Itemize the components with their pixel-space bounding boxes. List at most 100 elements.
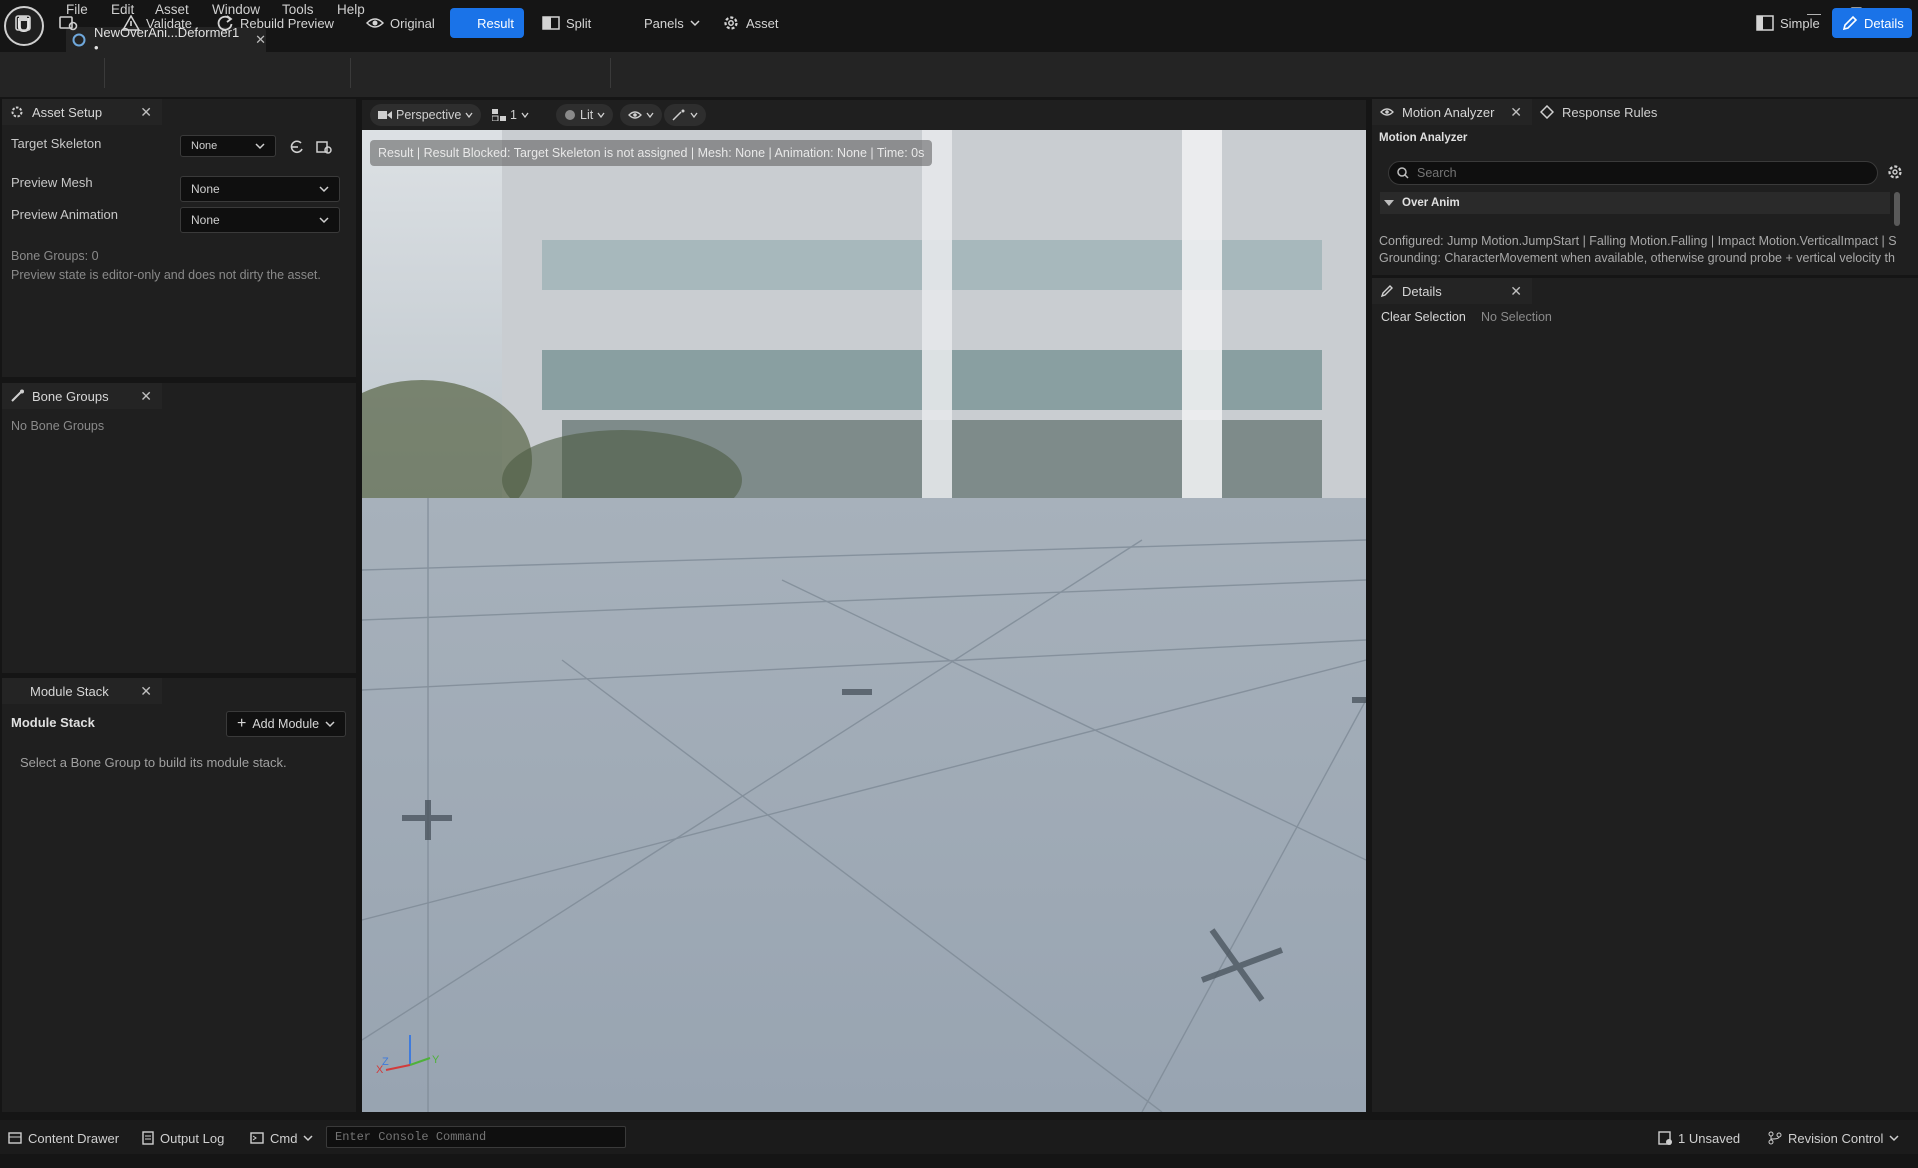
search-icon	[1397, 167, 1409, 179]
refresh-icon	[216, 14, 234, 32]
triangle-down-icon	[1384, 199, 1394, 207]
result-view-button[interactable]: Result	[450, 8, 524, 38]
viewport-scene	[362, 100, 1366, 1112]
validate-button[interactable]: Validate	[112, 8, 202, 38]
asset-setup-tab[interactable]: Asset Setup ✕	[2, 99, 162, 125]
chevron-down-icon	[303, 1134, 313, 1142]
save-icon[interactable]	[14, 8, 32, 38]
pencil-icon	[1380, 284, 1394, 298]
module-stack-tab[interactable]: Module Stack ✕	[2, 678, 162, 704]
search-box[interactable]	[1388, 161, 1878, 185]
panels-dropdown[interactable]: Panels	[634, 8, 710, 38]
close-icon[interactable]: ✕	[1510, 104, 1522, 121]
result-status-overlay: Result | Result Blocked: Target Skeleton…	[370, 140, 933, 166]
viewport-layout-dropdown[interactable]: 1	[484, 104, 537, 126]
chevron-down-icon	[325, 720, 335, 728]
details-mode-button[interactable]: Details	[1832, 8, 1912, 38]
show-flags-dropdown[interactable]	[620, 104, 662, 126]
preview-mesh-combo[interactable]: None	[180, 176, 340, 202]
content-drawer-button[interactable]: Content Drawer	[8, 1128, 119, 1148]
target-skeleton-label: Target Skeleton	[11, 136, 102, 151]
layout-icon	[1756, 15, 1774, 31]
wand-icon	[672, 109, 686, 121]
branch-icon	[1768, 1131, 1782, 1145]
chevron-down-icon	[597, 112, 605, 118]
gear-icon	[10, 105, 24, 119]
original-view-button[interactable]: Original	[356, 8, 445, 38]
close-icon[interactable]: ✕	[140, 683, 152, 700]
browse-icon[interactable]	[316, 139, 332, 155]
simple-label: Simple	[1780, 15, 1820, 31]
preview-animation-combo[interactable]: None	[180, 207, 340, 233]
response-rules-tab[interactable]: Response Rules	[1540, 99, 1657, 125]
module-stack-hint: Select a Bone Group to build its module …	[20, 755, 287, 770]
toolbar-separator	[350, 58, 351, 88]
camera-icon	[378, 110, 392, 120]
preview-mesh-value: None	[191, 182, 220, 196]
asset-setup-title: Asset Setup	[32, 104, 103, 120]
motion-analyzer-tab-label: Motion Analyzer	[1402, 104, 1495, 120]
close-icon[interactable]: ✕	[1510, 283, 1522, 300]
close-icon[interactable]: ✕	[140, 104, 152, 121]
over-anim-label: Over Anim	[1402, 197, 1460, 209]
split-view-button[interactable]: Split	[532, 8, 601, 38]
unsaved-file-icon	[1658, 1131, 1672, 1145]
lit-label: Lit	[580, 108, 594, 122]
chevron-down-icon	[255, 142, 265, 150]
axis-y-label: Y	[432, 1054, 440, 1066]
split-icon	[542, 16, 560, 30]
cmd-label: Cmd	[270, 1130, 298, 1146]
eye-icon	[366, 16, 384, 30]
unsaved-button[interactable]: 1 Unsaved	[1658, 1128, 1740, 1148]
result-label: Result	[477, 15, 514, 31]
chevron-down-icon	[1889, 1134, 1899, 1142]
module-stack-tab-label: Module Stack	[30, 683, 109, 699]
rebuild-preview-button[interactable]: Rebuild Preview	[206, 8, 344, 38]
configured-line: Configured: Jump Motion.JumpStart | Fall…	[1379, 234, 1897, 248]
layout-grid-icon	[492, 109, 506, 121]
unsaved-label: 1 Unsaved	[1678, 1130, 1741, 1146]
chevron-down-icon	[690, 19, 700, 27]
search-input[interactable]	[1415, 165, 1859, 181]
preview-mesh-label: Preview Mesh	[11, 175, 93, 190]
toolbar	[0, 52, 1918, 97]
add-module-label: Add Module	[252, 717, 320, 731]
gear-icon	[722, 14, 740, 32]
close-icon[interactable]: ✕	[140, 388, 152, 405]
perspective-dropdown[interactable]: Perspective	[370, 104, 482, 126]
details-panel	[1372, 278, 1918, 1112]
add-module-button[interactable]: + Add Module	[226, 711, 347, 737]
target-skeleton-value: None	[191, 140, 218, 152]
rebuild-preview-label: Rebuild Preview	[240, 15, 334, 31]
asset-settings-button[interactable]: Asset	[712, 8, 789, 38]
sphere-icon	[564, 109, 576, 121]
simple-mode-button[interactable]: Simple	[1746, 8, 1830, 38]
clear-selection-button[interactable]: Clear Selection	[1381, 310, 1466, 324]
settings-gear-icon[interactable]	[1886, 163, 1904, 181]
over-anim-section-header[interactable]: Over Anim	[1380, 192, 1890, 214]
use-selected-icon[interactable]	[289, 139, 305, 155]
grounding-line: Grounding: CharacterMovement when availa…	[1379, 251, 1895, 265]
details-tab[interactable]: Details ✕	[1372, 278, 1532, 304]
viewport[interactable]	[362, 100, 1366, 1112]
target-skeleton-combo[interactable]: None	[180, 135, 276, 157]
terminal-icon	[250, 1132, 264, 1144]
output-log-button[interactable]: Output Log	[142, 1128, 224, 1148]
cmd-dropdown[interactable]: Cmd	[250, 1128, 313, 1148]
motion-analyzer-tab[interactable]: Motion Analyzer ✕	[1372, 99, 1532, 125]
browse-asset-icon[interactable]	[58, 8, 78, 38]
revision-control-button[interactable]: Revision Control	[1768, 1128, 1899, 1148]
plus-icon: +	[237, 715, 247, 732]
lit-mode-dropdown[interactable]: Lit	[556, 104, 614, 126]
scrollbar-thumb[interactable]	[1894, 192, 1900, 226]
pencil-icon	[1842, 15, 1858, 31]
chevron-down-icon	[319, 185, 329, 193]
chevron-down-icon	[690, 112, 698, 118]
module-stack-heading: Module Stack	[11, 715, 95, 730]
drawer-icon	[8, 1132, 22, 1144]
module-stack-panel: Module Stack ✕	[2, 678, 356, 1112]
console-command-input[interactable]	[326, 1126, 626, 1148]
viewport-options-dropdown[interactable]	[664, 104, 706, 126]
bone-icon	[10, 389, 24, 403]
bone-groups-tab[interactable]: Bone Groups ✕	[2, 383, 162, 409]
